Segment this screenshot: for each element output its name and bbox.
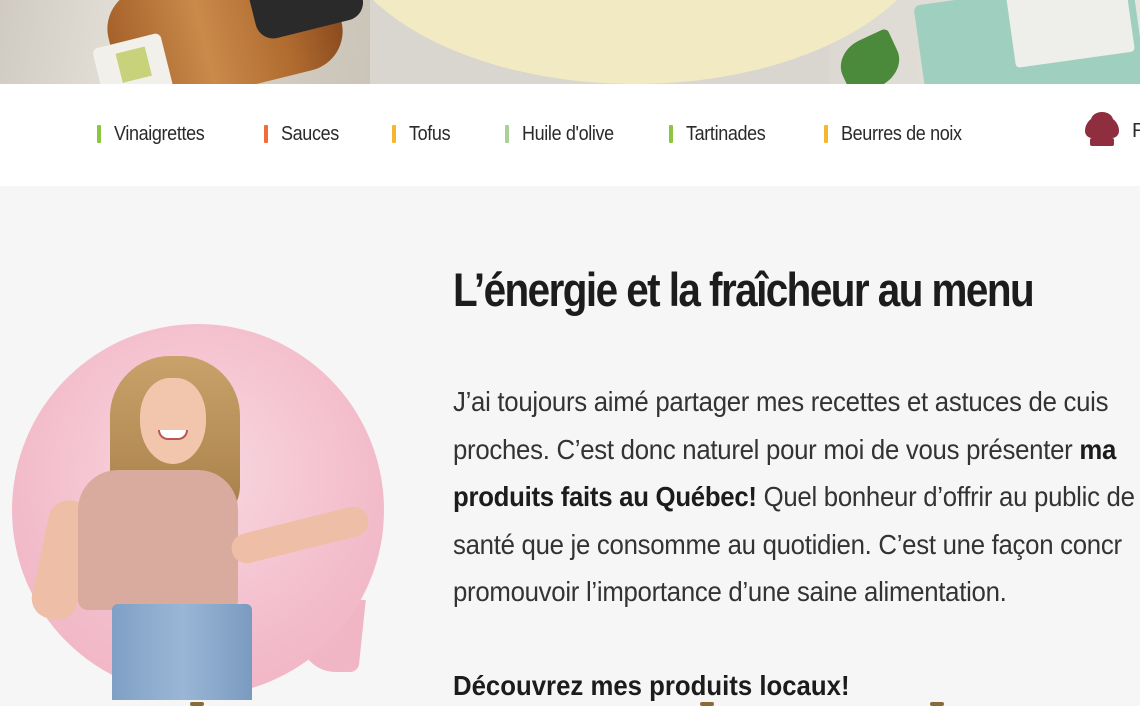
products-subheading: Découvrez mes produits locaux! [453, 670, 850, 701]
hero-banner [0, 0, 1140, 84]
paragraph-line: promouvoir l’importance d’une saine alim… [453, 568, 1140, 616]
paragraph-text: promouvoir l’importance d’une saine alim… [453, 576, 1007, 607]
nav-item-sauces[interactable]: Sauces [264, 120, 345, 148]
partial-icon [190, 702, 204, 706]
paragraph-line: santé que je consomme au quotidien. C’es… [453, 521, 1140, 569]
nav-item-label: Tartinades [686, 122, 766, 145]
nav-item-label: Huile d'olive [522, 122, 614, 145]
partial-icon [930, 702, 944, 706]
partial-icon [700, 702, 714, 706]
nav-color-bar [392, 125, 396, 143]
nav-color-bar [264, 125, 268, 143]
portrait-sweater [78, 470, 238, 610]
chef-hat-icon[interactable] [1085, 112, 1121, 150]
nav-item-label: Vinaigrettes [114, 122, 205, 145]
nav-item-huile-d-olive[interactable]: Huile d'olive [505, 120, 624, 148]
nav-color-bar [669, 125, 673, 143]
portrait-face [140, 378, 206, 464]
nav-item-vinaigrettes[interactable]: Vinaigrettes [97, 120, 214, 148]
paragraph-text: Quel bonheur d’offrir au public de [756, 481, 1135, 512]
nav-item-recipes-truncated[interactable]: R [1132, 120, 1140, 143]
chef-hat-base [1090, 138, 1114, 146]
paragraph-bold-text: produits faits au Québec! [453, 481, 757, 512]
nav-color-bar [824, 125, 828, 143]
nav-item-beurres-de-noix[interactable]: Beurres de noix [824, 120, 975, 148]
nav-item-tartinades[interactable]: Tartinades [669, 120, 774, 148]
page-headline: L’énergie et la fraîcheur au menu [453, 263, 1035, 316]
nav-item-label: Tofus [409, 122, 451, 145]
paragraph-line: produits faits au Québec! Quel bonheur d… [453, 473, 1140, 521]
nav-item-label: Beurres de noix [841, 122, 962, 145]
paragraph-line: proches. C’est donc naturel pour moi de … [453, 426, 1140, 474]
nav-item-tofus[interactable]: Tofus [392, 120, 455, 148]
chef-hat-top [1085, 112, 1119, 138]
paragraph-text: santé que je consomme au quotidien. C’es… [453, 528, 1122, 560]
paragraph-text: J’ai toujours aimé partager mes recettes… [453, 386, 1109, 417]
intro-paragraph: J’ai toujours aimé partager mes recettes… [453, 378, 1140, 616]
category-nav: Vinaigrettes Sauces Tofus Huile d'olive … [0, 84, 1140, 186]
portrait-jeans [112, 604, 252, 700]
paragraph-line: J’ai toujours aimé partager mes recettes… [453, 378, 1140, 426]
nav-item-label: Sauces [281, 122, 339, 145]
paragraph-bold-text: ma [1079, 433, 1117, 465]
nav-color-bar [505, 125, 509, 143]
paragraph-text: proches. C’est donc naturel pour moi de … [453, 433, 1080, 465]
nav-color-bar [97, 125, 101, 143]
